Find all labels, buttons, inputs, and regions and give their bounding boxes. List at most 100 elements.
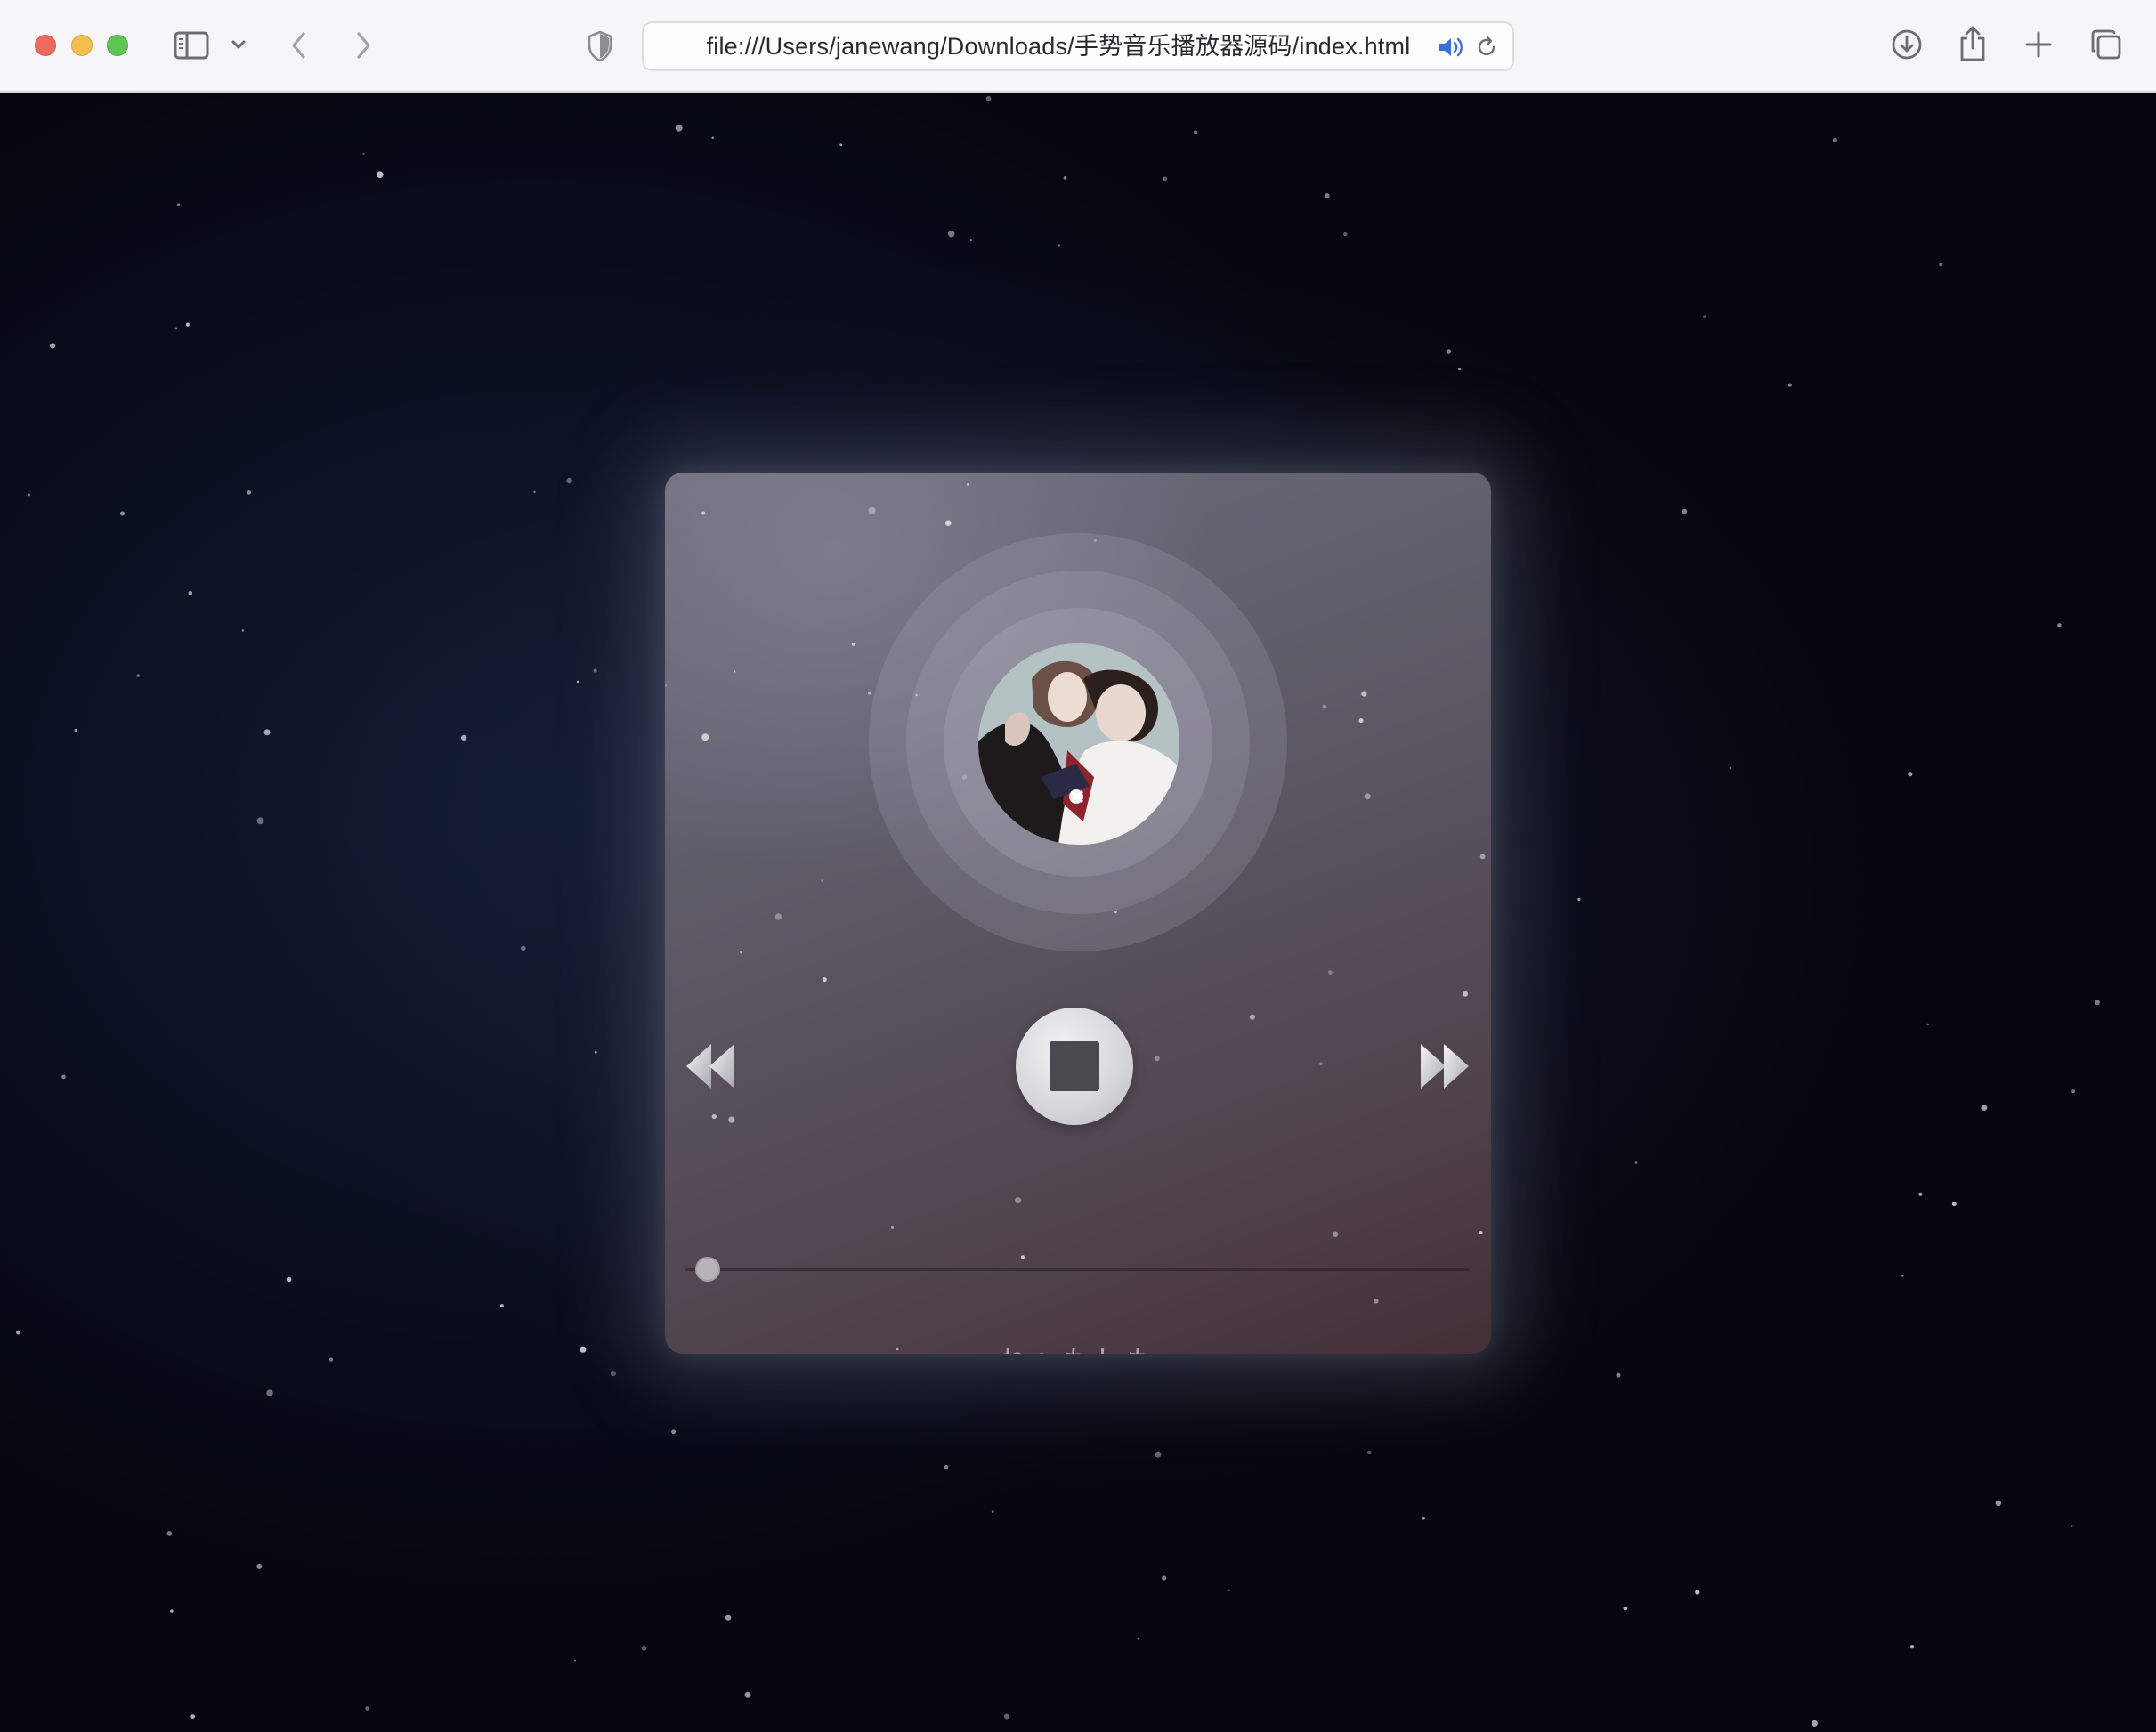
star <box>711 136 714 139</box>
star <box>1319 1062 1323 1066</box>
star <box>1901 1275 1904 1277</box>
star <box>166 1531 173 1536</box>
star <box>1015 1197 1022 1204</box>
star <box>1155 1451 1162 1458</box>
star <box>944 1465 949 1469</box>
browser-toolbar: file:///Users/janewang/Downloads/手势音乐播放器… <box>0 0 2156 93</box>
star <box>74 728 77 732</box>
star <box>868 691 871 695</box>
star <box>1463 991 1469 997</box>
plus-icon[interactable] <box>2022 28 2055 61</box>
star <box>1162 1575 1167 1581</box>
star <box>256 817 264 825</box>
star <box>1332 1231 1339 1237</box>
star <box>1909 1645 1915 1649</box>
star <box>675 124 683 132</box>
star <box>266 1389 273 1396</box>
star <box>188 591 193 595</box>
star <box>744 1691 751 1698</box>
star <box>774 913 782 920</box>
star <box>1926 1023 1929 1026</box>
star <box>852 643 855 646</box>
window-zoom-button[interactable] <box>107 35 128 56</box>
star <box>991 1510 994 1513</box>
star <box>701 511 706 515</box>
star <box>1249 1014 1255 1020</box>
star <box>665 684 667 687</box>
star <box>1682 508 1688 514</box>
star <box>120 511 125 516</box>
star <box>1364 793 1371 800</box>
rewind-icon <box>686 1044 734 1089</box>
fast-forward-icon <box>1421 1044 1469 1089</box>
download-icon[interactable] <box>1889 27 1925 62</box>
star <box>1479 854 1486 860</box>
star <box>822 977 827 983</box>
star <box>671 1429 676 1435</box>
share-icon[interactable] <box>1955 23 1990 64</box>
star <box>734 670 736 673</box>
chevron-left-icon[interactable] <box>285 28 313 63</box>
star <box>1343 231 1348 237</box>
page-viewport: ねぇもしも <box>0 93 2156 1732</box>
star <box>1322 704 1326 709</box>
star <box>1981 1105 1988 1111</box>
progress-handle[interactable] <box>694 1257 720 1282</box>
star <box>740 951 743 954</box>
window-minimize-button[interactable] <box>71 35 93 56</box>
star <box>61 1074 66 1080</box>
star <box>985 95 992 101</box>
star <box>377 171 384 178</box>
star <box>1811 1720 1818 1727</box>
star <box>521 945 526 951</box>
next-button[interactable] <box>1419 1040 1471 1092</box>
chevron-down-icon[interactable] <box>228 34 249 55</box>
star <box>190 1714 196 1719</box>
star <box>610 1371 616 1377</box>
star <box>1995 1500 2001 1507</box>
star <box>1908 772 1913 777</box>
chevron-right-icon[interactable] <box>349 28 377 63</box>
stop-button[interactable] <box>1016 1008 1133 1125</box>
previous-button[interactable] <box>685 1040 736 1092</box>
star <box>185 322 190 327</box>
star <box>1358 718 1364 724</box>
address-bar[interactable]: file:///Users/janewang/Downloads/手势音乐播放器… <box>642 21 1514 71</box>
star <box>362 152 365 156</box>
url-text[interactable]: file:///Users/janewang/Downloads/手势音乐播放器… <box>693 23 1423 69</box>
star <box>1324 193 1330 198</box>
star <box>328 1357 334 1362</box>
star <box>701 733 709 741</box>
star <box>969 239 972 242</box>
star <box>263 729 271 736</box>
star <box>2071 1089 2076 1094</box>
star <box>1616 1372 1621 1378</box>
star <box>1446 349 1452 354</box>
star <box>1367 1450 1372 1455</box>
star <box>1361 691 1367 697</box>
reload-icon[interactable] <box>1473 34 1500 61</box>
tabs-icon[interactable] <box>2088 27 2124 62</box>
star <box>821 879 823 882</box>
star <box>50 343 56 349</box>
star <box>711 1113 717 1120</box>
sidebar-icon[interactable] <box>169 27 214 64</box>
star <box>1058 244 1060 247</box>
shield-icon[interactable] <box>584 28 616 64</box>
star <box>891 1226 894 1229</box>
star <box>286 1276 292 1283</box>
star <box>1695 1590 1700 1595</box>
star <box>1422 1517 1426 1520</box>
star <box>1063 176 1067 180</box>
star <box>2094 1000 2100 1006</box>
window-close-button[interactable] <box>35 35 56 56</box>
star <box>170 1609 174 1613</box>
progress-bar[interactable] <box>685 1268 1470 1271</box>
star <box>1003 1713 1009 1720</box>
star <box>728 1116 735 1123</box>
speaker-icon[interactable] <box>1436 34 1466 61</box>
star <box>461 734 467 741</box>
star <box>1373 1299 1379 1304</box>
album-cover <box>978 643 1179 845</box>
star <box>1703 315 1706 319</box>
